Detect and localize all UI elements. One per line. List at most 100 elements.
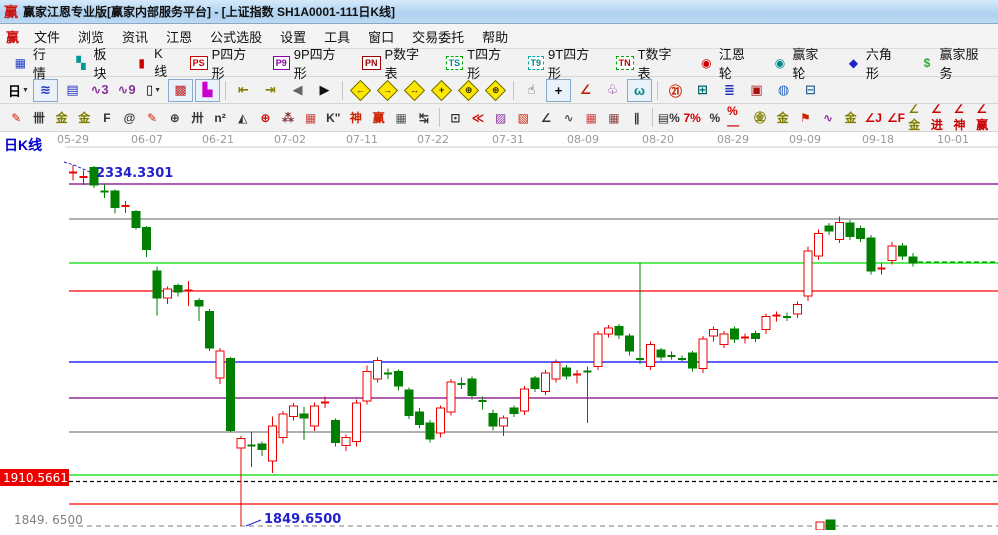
skip-last-button[interactable]: ⇥ [258,79,283,102]
workstation-button[interactable]: ⊟ [798,79,823,102]
angle-win-button[interactable]: ∠赢 [975,106,998,129]
calendar-button[interactable]: ㉑ [663,79,688,102]
fan-box-purple-button[interactable]: ▨ [489,106,512,129]
candle-body[interactable] [143,228,151,250]
save-button[interactable]: ▣ [744,79,769,102]
percent-button[interactable]: % [703,106,726,129]
chart-area[interactable]: 日K线 05-2906-0706-2107-0207-1107-2207-310… [0,132,998,530]
grid-123-button[interactable]: ▦ [390,106,413,129]
draw-pen-button[interactable]: ✎ [5,106,28,129]
zoom-in-button[interactable]: ⊕ [456,79,481,102]
k-mark-button[interactable]: K" [322,106,345,129]
h-measure-button[interactable]: ↹ [413,106,436,129]
kline-button[interactable]: ▮K线 [126,43,182,83]
candle-body[interactable] [395,372,403,387]
candle-body[interactable] [227,359,235,431]
structure-tree-button[interactable]: ♧ [600,79,625,102]
expand-horizontal-button[interactable]: ↔ [402,79,427,102]
title-bar[interactable]: 赢 赢家江恩专业版[赢家内部服务平台] - [上证指数 SH1A0001-111… [0,0,998,24]
wave-a-button[interactable]: ∿ [817,106,840,129]
fan-lines-button[interactable]: ≪ [467,106,490,129]
time-grid-button[interactable]: ▦ [603,106,626,129]
zoom-fit-button[interactable]: + [429,79,454,102]
candle-body[interactable] [437,408,445,433]
candle-body[interactable] [720,334,728,345]
draw-pen-ruler-button[interactable]: ✎ [141,106,164,129]
kline-chart[interactable]: 05-2906-0706-2107-0207-1107-2207-3108-09… [0,132,998,530]
candle-body[interactable] [164,289,172,298]
flag-marker-button[interactable]: ⚑ [794,106,817,129]
candle-body[interactable] [174,286,182,293]
gold-section-1-button[interactable]: 金 [50,106,73,129]
candle-body[interactable] [615,327,623,336]
parallel-lines-button[interactable]: ∥ [625,106,648,129]
candle-body[interactable] [363,372,371,402]
hexagon-button[interactable]: ◆六角形 [838,41,912,85]
pan-right-button[interactable]: → [375,79,400,102]
step-back-button[interactable]: ◀ [285,79,310,102]
candle-body[interactable] [794,305,802,315]
candle-body[interactable] [258,444,266,450]
hand-tool-button[interactable]: ☝ [519,79,544,102]
zoom-out-button[interactable]: ⊛ [483,79,508,102]
candle-body[interactable] [815,234,823,257]
candle-body[interactable] [699,339,707,369]
trend-lines-button[interactable]: ≋ [33,79,58,102]
candle-body[interactable] [552,363,560,380]
candle-body[interactable] [237,439,245,449]
candle-body[interactable] [311,406,319,426]
candle-body[interactable] [710,330,718,337]
angle-j-button[interactable]: ∠J [862,106,885,129]
candle-body[interactable] [416,412,424,425]
fibonacci-button[interactable]: F [96,106,119,129]
candle-body[interactable] [216,351,224,378]
fan-box-red-button[interactable]: ▧ [512,106,535,129]
candle-style-button[interactable]: ▯▼ [141,79,166,102]
candle-body[interactable] [836,223,844,240]
crosshair-tool-button[interactable]: + [546,79,571,102]
candle-body[interactable] [290,406,298,417]
candle-body[interactable] [447,382,455,412]
candle-body[interactable] [594,334,602,367]
ruler-marks-button[interactable]: 卌 [28,106,51,129]
candle-body[interactable] [269,426,277,461]
candle-body[interactable] [657,350,665,357]
step-forward-button[interactable]: ▶ [312,79,337,102]
zigzag-wave-button[interactable]: ∿ [557,106,580,129]
gold-circle-button[interactable]: ㊎ [749,106,772,129]
info-doc-button[interactable]: ▤ [60,79,85,102]
percent-table-button[interactable]: ▤% [657,106,681,129]
candle-body[interactable] [489,414,497,427]
network-button[interactable]: ◍ [771,79,796,102]
candle-body[interactable] [846,223,854,237]
candle-body[interactable] [500,418,508,426]
winner-service-button[interactable]: $赢家服务 [912,41,998,85]
candle-body[interactable] [426,423,434,439]
candle-body[interactable] [206,312,214,349]
candle-body[interactable] [689,353,697,368]
circle-hash-button[interactable]: ⊕ [163,106,186,129]
web-grid-button[interactable]: ⁂ [277,106,300,129]
square-numbers-button[interactable]: n² [209,106,232,129]
square-web-button[interactable]: ▦ [299,106,322,129]
candle-body[interactable] [626,336,634,351]
candle-body[interactable] [353,403,361,442]
candle-body[interactable] [647,345,655,367]
wave-3-button[interactable]: ∿3 [87,79,112,102]
candle-body[interactable] [731,329,739,339]
candle-body[interactable] [563,368,571,376]
candle-body[interactable] [899,246,907,256]
ruler-marks-2-button[interactable]: 卅 [186,106,209,129]
period-selector-button[interactable]: 日▼ [6,79,31,102]
gold-level-line-button[interactable]: 金 [771,106,794,129]
angle-jin-button[interactable]: ∠进 [930,106,953,129]
candle-body[interactable] [195,301,203,307]
win-tool-button[interactable]: 赢 [367,106,390,129]
candle-body[interactable] [279,414,287,438]
candle-body[interactable] [542,373,550,392]
candle-body[interactable] [300,414,308,418]
candle-body[interactable] [857,229,865,239]
candle-body[interactable] [332,421,340,443]
candle-body[interactable] [909,257,917,263]
pan-left-button[interactable]: ← [348,79,373,102]
